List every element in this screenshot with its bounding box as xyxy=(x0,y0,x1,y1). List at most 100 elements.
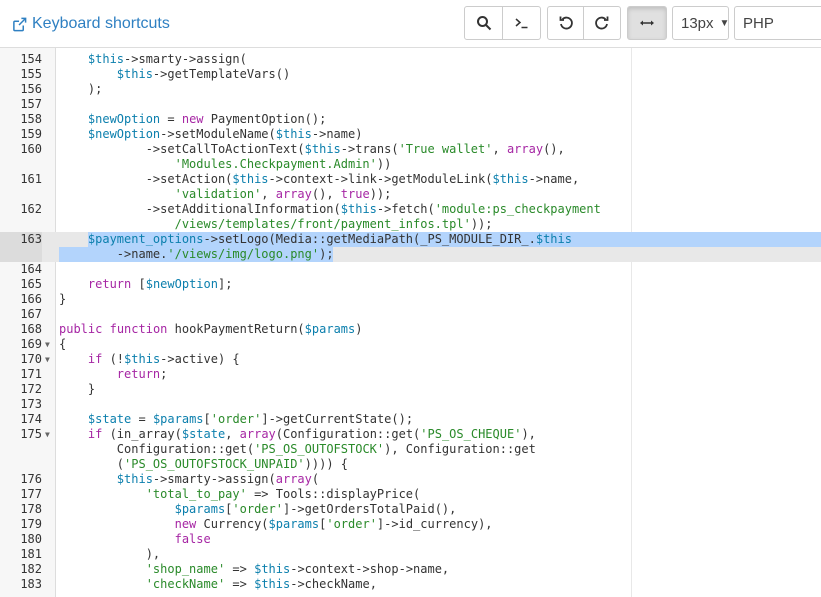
line-number[interactable]: 157 xyxy=(0,97,42,112)
line-number[interactable]: 163 xyxy=(0,232,42,262)
code-row: 174 $state = $params['order']->getCurren… xyxy=(0,412,821,427)
line-number[interactable]: 171 xyxy=(0,367,42,382)
code-token: $this xyxy=(535,232,572,246)
code-token: $this xyxy=(124,352,161,366)
keyboard-shortcuts-link[interactable]: Keyboard shortcuts xyxy=(12,15,170,33)
search-button[interactable] xyxy=(464,6,503,40)
code-token: ]->id_currency), xyxy=(376,517,493,531)
code-line: ->setAction($this->context->link->getMod… xyxy=(59,172,580,187)
undo-button[interactable] xyxy=(547,6,584,40)
code-line: new Currency($params['order']->id_curren… xyxy=(59,517,493,532)
code-row: 158 $newOption = new PaymentOption(); xyxy=(0,112,821,127)
code-token: )); xyxy=(470,217,493,231)
code-token: function xyxy=(109,322,168,336)
code-line: $state = $params['order']->getCurrentSta… xyxy=(59,412,413,427)
code-line: ); xyxy=(59,82,102,97)
code-token: (in_array( xyxy=(102,427,182,441)
code-token: $this xyxy=(275,127,312,141)
line-number[interactable]: 167 xyxy=(0,307,42,322)
line-number[interactable]: 162 xyxy=(0,202,42,232)
code-token: $payment_options xyxy=(87,232,204,246)
wrap-lines-toggle[interactable] xyxy=(627,6,667,40)
code-token: ->smarty->assign( xyxy=(124,52,247,66)
code-token: ]->getOrdersTotalPaid(), xyxy=(282,502,457,516)
fold-arrow-icon[interactable]: ▼ xyxy=(45,430,50,439)
code-line: 'shop_name' => $this->context->shop->nam… xyxy=(59,562,449,577)
code-token: ); xyxy=(319,247,334,261)
code-line: return; xyxy=(59,367,168,382)
line-number[interactable]: 158 xyxy=(0,112,42,127)
wrap-toggle-icon xyxy=(640,20,654,26)
code-token: } xyxy=(59,382,96,396)
line-number[interactable]: 168 xyxy=(0,322,42,337)
code-token: 'PS_OS_CHEQUE' xyxy=(420,427,522,441)
code-token: 'shop_name' xyxy=(145,562,226,576)
code-token: ->setLogo(Media::getMediaPath(_PS_MODULE… xyxy=(203,232,536,246)
code-token: ->setAction( xyxy=(59,172,233,186)
code-token: 'validation' xyxy=(174,187,262,201)
fold-arrow-icon[interactable]: ▼ xyxy=(45,355,50,364)
line-number[interactable]: 180 xyxy=(0,532,42,547)
line-number[interactable]: 155 xyxy=(0,67,42,82)
line-number[interactable]: 156 xyxy=(0,82,42,97)
fold-arrow-icon[interactable]: ▼ xyxy=(45,340,50,349)
code-token: 'True wallet' xyxy=(398,142,493,156)
code-token: $this xyxy=(340,202,377,216)
line-number[interactable]: 159 xyxy=(0,127,42,142)
code-token: $this xyxy=(87,52,125,66)
line-number[interactable]: 161 xyxy=(0,172,42,202)
code-token: = xyxy=(160,112,182,126)
line-number[interactable]: 178 xyxy=(0,502,42,517)
line-number[interactable]: 174 xyxy=(0,412,42,427)
line-number[interactable]: 183 xyxy=(0,577,42,592)
code-editor[interactable]: 154 $this->smarty->assign(155 $this->get… xyxy=(0,48,821,597)
code-token: ->name) xyxy=(311,127,363,141)
code-token: if xyxy=(87,352,103,366)
line-number[interactable]: 179 xyxy=(0,517,42,532)
font-size-select[interactable]: 13px ▼ xyxy=(672,6,729,40)
editor-toolbar: Keyboard shortcuts 13px ▼ PHP xyxy=(0,0,821,48)
line-number[interactable]: 182 xyxy=(0,562,42,577)
line-number[interactable]: 154 xyxy=(0,52,42,67)
code-token: ]; xyxy=(217,277,233,291)
line-number[interactable]: 177 xyxy=(0,487,42,502)
language-select[interactable]: PHP xyxy=(734,6,821,40)
line-number[interactable]: 166 xyxy=(0,292,42,307)
line-number[interactable]: 164 xyxy=(0,262,42,277)
code-token: array xyxy=(275,187,312,201)
line-number[interactable]: 165 xyxy=(0,277,42,292)
code-token: public xyxy=(59,322,103,336)
code-token: ( xyxy=(311,472,320,486)
line-number[interactable]: 181 xyxy=(0,547,42,562)
code-token: )) xyxy=(376,157,392,171)
code-row: 167 xyxy=(0,307,821,322)
redo-button[interactable] xyxy=(583,6,621,40)
code-token: hookPaymentReturn( xyxy=(167,322,305,336)
line-number[interactable]: 169 xyxy=(0,337,42,352)
line-number[interactable]: 160 xyxy=(0,142,42,172)
code-row: 180 false xyxy=(0,532,821,547)
line-number[interactable]: 175 xyxy=(0,427,42,472)
code-row: 168 public function hookPaymentReturn($pa… xyxy=(0,322,821,337)
code-line: ->name.'/views/img/logo.png'); xyxy=(59,247,334,262)
line-number[interactable]: 176 xyxy=(0,472,42,487)
line-number[interactable]: 170 xyxy=(0,352,42,367)
code-token: $this xyxy=(116,472,153,486)
code-line: /views/templates/front/payment_infos.tpl… xyxy=(59,217,493,232)
code-token: (), xyxy=(543,142,565,156)
code-line: $newOption->setModuleName($this->name) xyxy=(59,127,363,142)
code-token: ->checkName, xyxy=(290,577,377,591)
line-number[interactable]: 172 xyxy=(0,382,42,397)
search-icon xyxy=(476,16,491,31)
command-line-button[interactable] xyxy=(502,6,541,40)
code-token: => Tools::displayPrice( xyxy=(246,487,421,501)
line-number[interactable]: 173 xyxy=(0,397,42,412)
code-row: 182 'shop_name' => $this->context->shop-… xyxy=(0,562,821,577)
code-token: ), xyxy=(521,427,536,441)
